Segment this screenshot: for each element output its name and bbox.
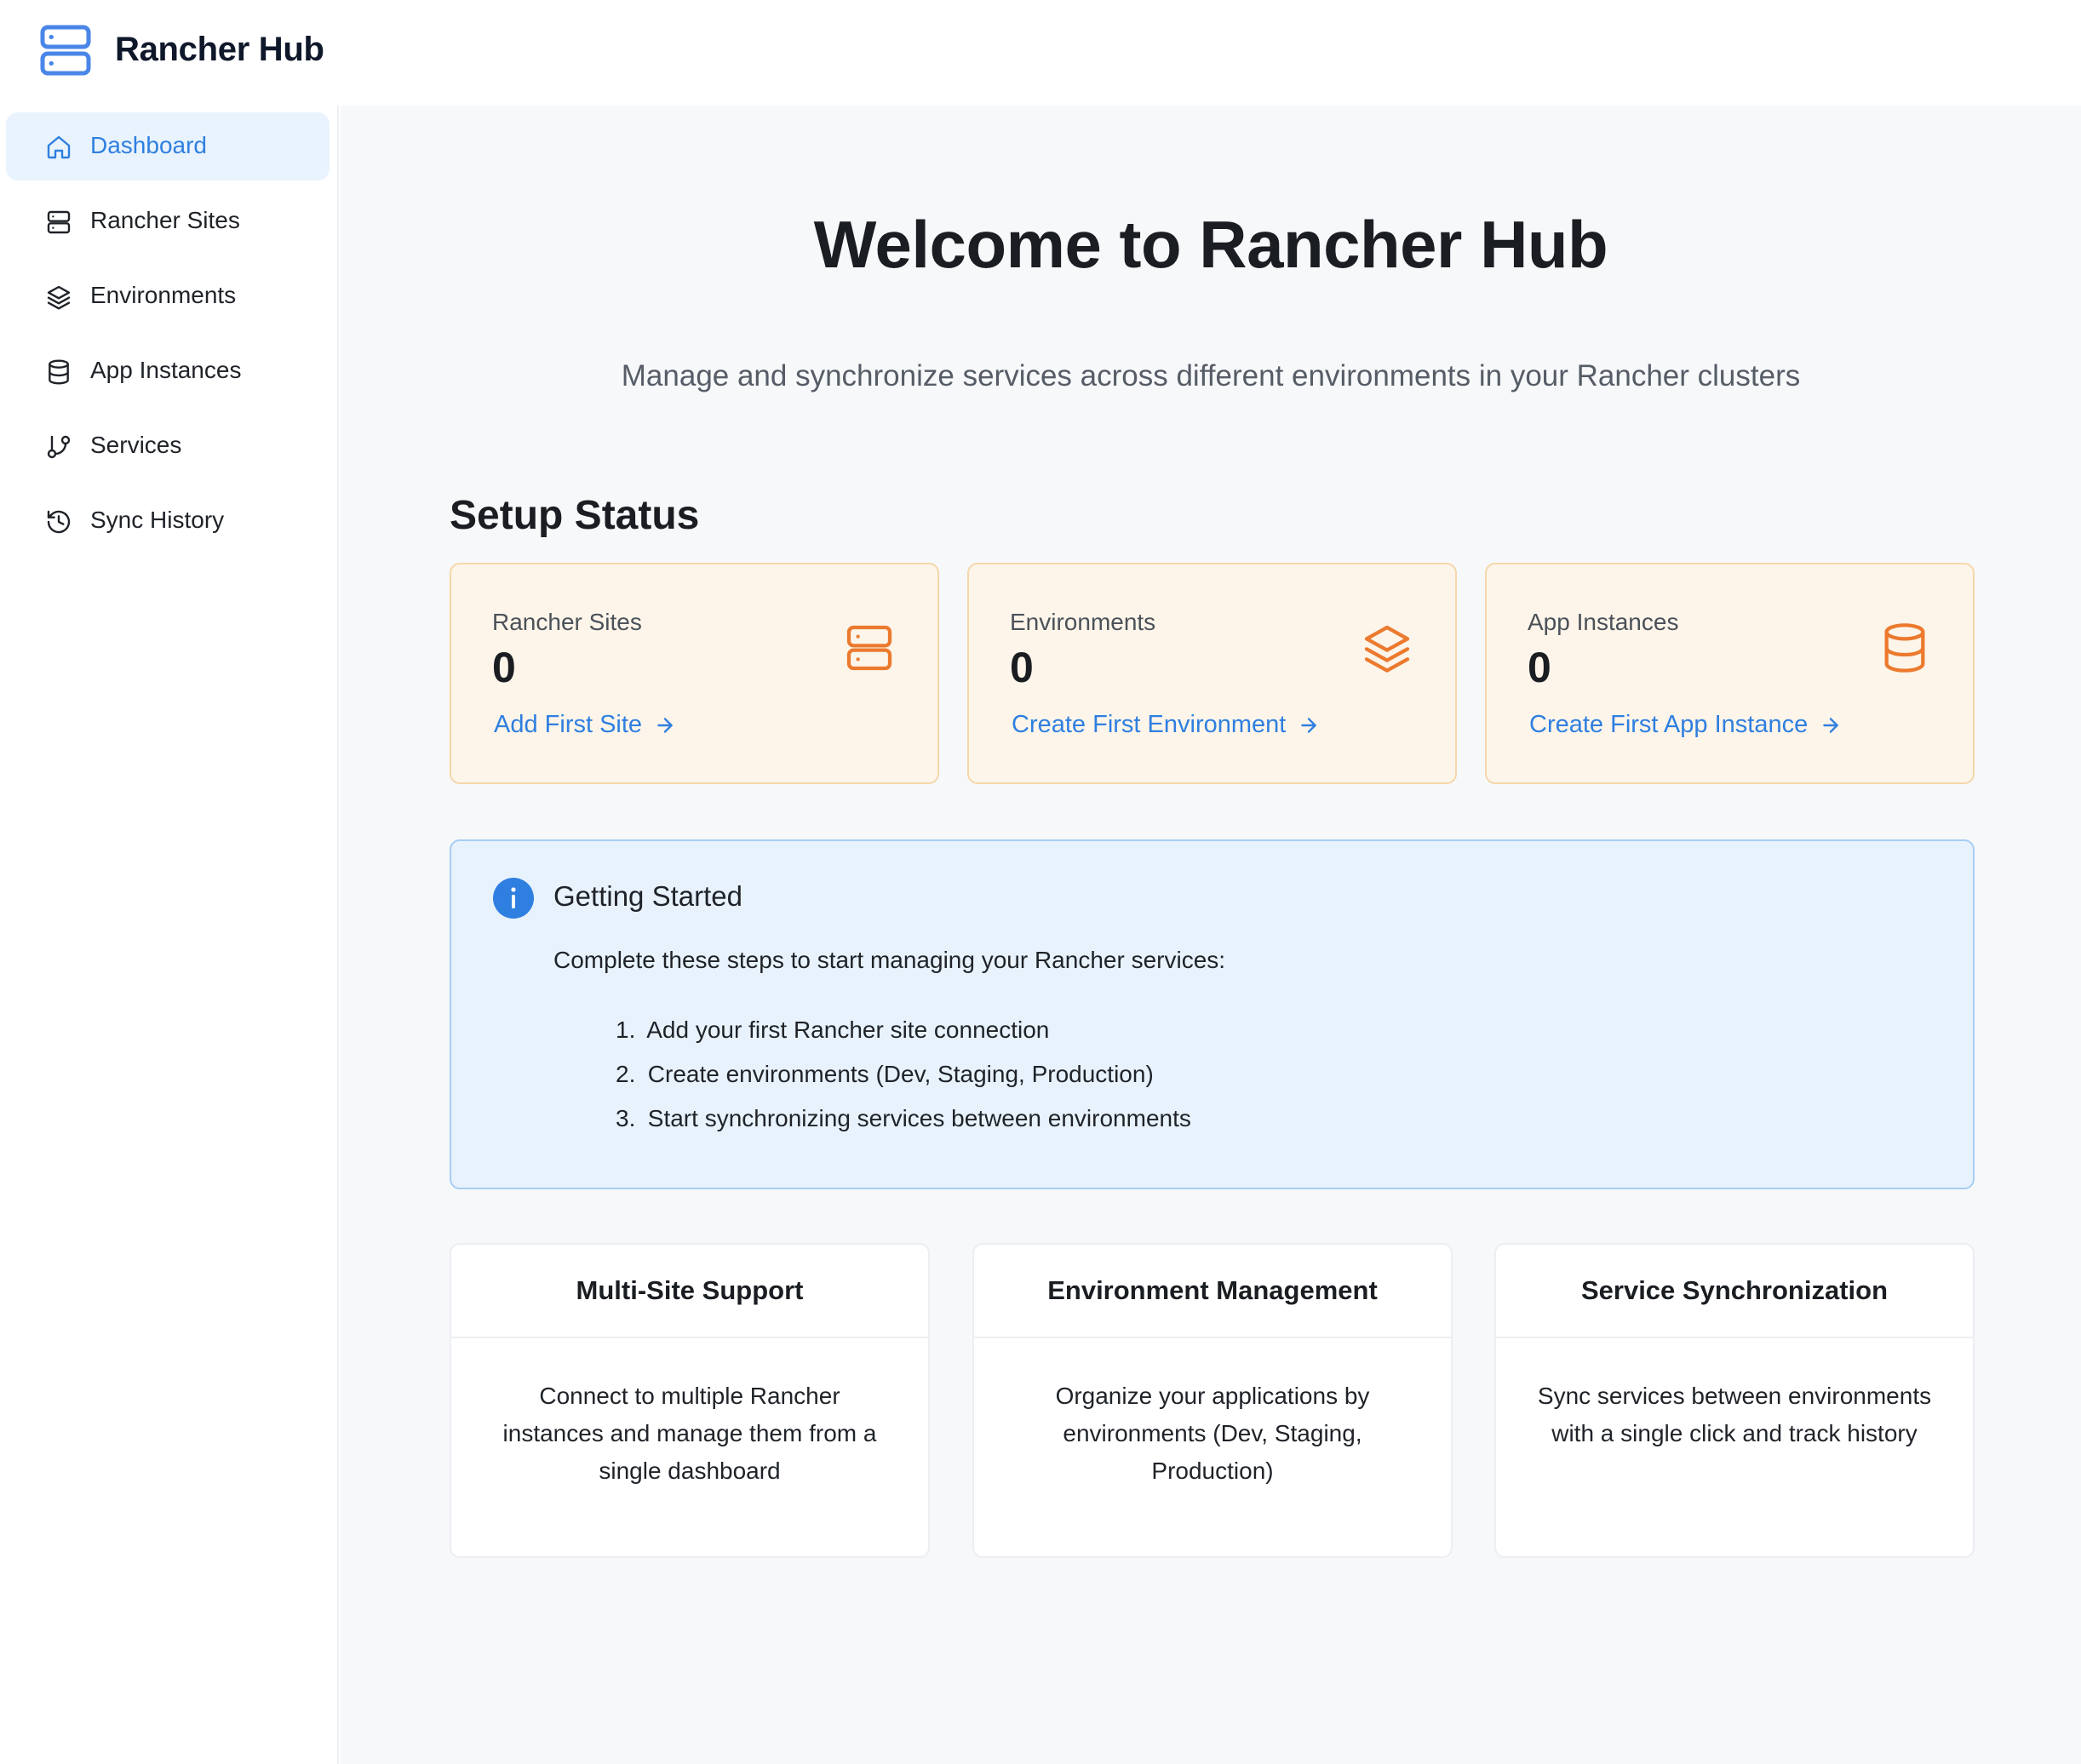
sidebar-item-services[interactable]: Services <box>6 412 330 480</box>
list-item: 1. Add your first Rancher site connectio… <box>616 1017 1050 1043</box>
sidebar-item-label: Environments <box>90 282 237 308</box>
sidebar: Dashboard Rancher Sites Environments App… <box>0 106 339 1764</box>
git-branch-icon <box>47 435 71 459</box>
status-card-environments: Environments 0 Create First Environment <box>967 563 1457 784</box>
status-card-link-label: Create First Environment <box>1012 711 1287 738</box>
home-icon <box>47 135 71 159</box>
feature-card-body: Sync services between environments with … <box>1537 1383 1932 1446</box>
layers-icon <box>47 285 71 310</box>
status-card-count: 0 <box>1528 644 1551 691</box>
status-card-count: 0 <box>492 644 516 691</box>
database-icon <box>49 359 69 385</box>
layers-icon <box>1364 625 1410 673</box>
status-card-label: Environments <box>1010 609 1156 635</box>
status-card-label: Rancher Sites <box>492 609 642 635</box>
feature-card-service-sync: Service Synchronization Sync services be… <box>1494 1243 1975 1558</box>
feature-card-title: Environment Management <box>974 1245 1451 1338</box>
server-icon <box>47 210 71 234</box>
main-content: Welcome to Rancher Hub Manage and synchr… <box>341 106 2081 1764</box>
sidebar-item-environments[interactable]: Environments <box>6 262 330 330</box>
arrow-right-icon <box>1823 717 1838 733</box>
feature-card-title: Multi-Site Support <box>451 1245 928 1338</box>
app-title: Rancher Hub <box>115 31 324 68</box>
arrow-right-icon <box>657 717 673 733</box>
add-first-site-link[interactable]: Add First Site <box>494 711 676 739</box>
status-card-app-instances: App Instances 0 Create First App Instanc… <box>1485 563 1975 784</box>
getting-started-title: Getting Started <box>553 880 742 912</box>
list-item: 2. Create environments (Dev, Staging, Pr… <box>616 1061 1154 1087</box>
info-icon <box>493 878 534 919</box>
getting-started-steps: 1. Add your first Rancher site connectio… <box>616 1008 1191 1141</box>
arrow-right-icon <box>1301 717 1317 733</box>
server-icon <box>846 625 892 671</box>
sidebar-item-rancher-sites[interactable]: Rancher Sites <box>6 187 330 255</box>
database-icon <box>1884 623 1925 673</box>
feature-card-environment-management: Environment Management Organize your app… <box>972 1243 1453 1558</box>
status-card-count: 0 <box>1010 644 1034 691</box>
list-item: 3. Start synchronizing services between … <box>616 1105 1191 1131</box>
sidebar-item-label: Rancher Sites <box>90 207 240 233</box>
sidebar-item-label: Sync History <box>90 507 225 533</box>
sidebar-item-label: App Instances <box>90 357 242 383</box>
server-logo-icon <box>40 25 91 76</box>
sidebar-item-label: Services <box>90 432 182 458</box>
getting-started-panel: Getting Started Complete these steps to … <box>450 839 1975 1189</box>
status-card-link-label: Create First App Instance <box>1529 711 1809 738</box>
app-header: Rancher Hub <box>0 0 2081 106</box>
feature-card-body: Connect to multiple Rancher instances an… <box>502 1383 877 1484</box>
page-subtitle: Manage and synchronize services across d… <box>621 359 1801 392</box>
history-icon <box>47 510 71 534</box>
sidebar-item-dashboard[interactable]: Dashboard <box>6 112 330 180</box>
create-first-environment-link[interactable]: Create First Environment <box>1012 711 1320 739</box>
status-card-rancher-sites: Rancher Sites 0 Add First Site <box>450 563 939 784</box>
feature-card-title: Service Synchronization <box>1496 1245 1973 1338</box>
feature-card-body: Organize your applications by environmen… <box>1055 1383 1370 1484</box>
create-first-app-instance-link[interactable]: Create First App Instance <box>1529 711 1842 739</box>
page-title: Welcome to Rancher Hub <box>813 207 1608 282</box>
sidebar-item-label: Dashboard <box>90 132 207 158</box>
status-card-link-label: Add First Site <box>494 711 643 738</box>
feature-card-multi-site: Multi-Site Support Connect to multiple R… <box>450 1243 930 1558</box>
setup-status-title: Setup Status <box>450 493 700 538</box>
status-card-label: App Instances <box>1528 609 1679 635</box>
sidebar-item-app-instances[interactable]: App Instances <box>6 337 330 405</box>
getting-started-intro: Complete these steps to start managing y… <box>553 947 1226 973</box>
sidebar-item-sync-history[interactable]: Sync History <box>6 487 330 555</box>
